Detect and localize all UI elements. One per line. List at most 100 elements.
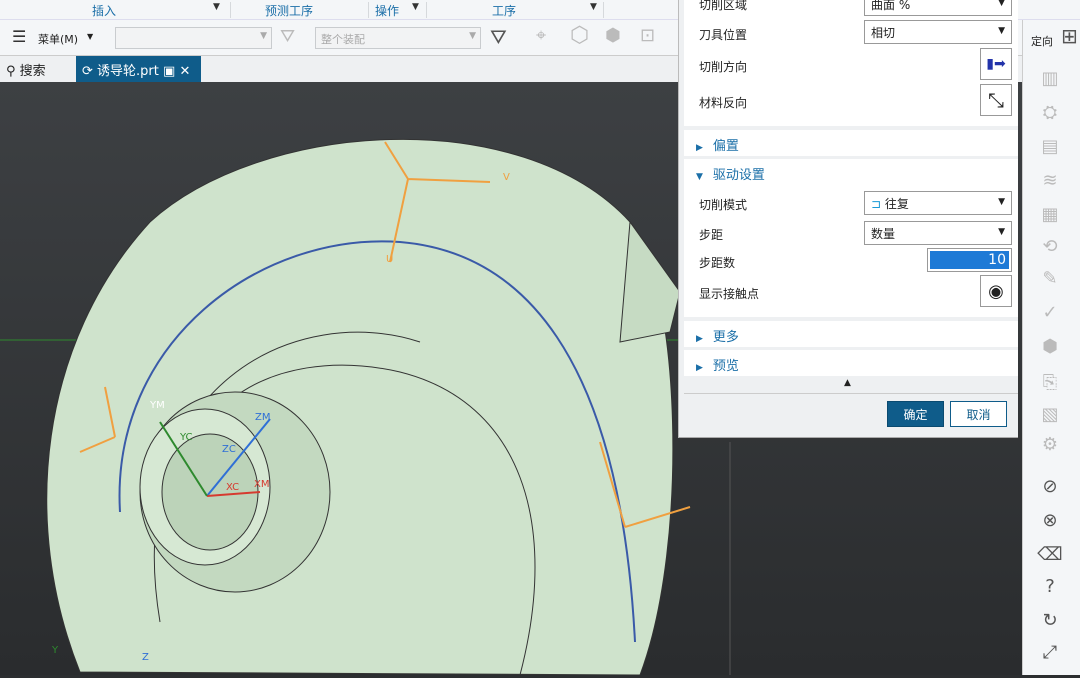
cube-icon[interactable]: ⬢	[605, 25, 621, 46]
verify-icon[interactable]: ✓	[1037, 302, 1063, 328]
generate-path-icon[interactable]: ⟲	[1037, 236, 1063, 262]
ok-button[interactable]: 确定	[887, 401, 944, 427]
edit-path-icon[interactable]: ✎	[1037, 268, 1063, 294]
axis-label-v: V	[503, 172, 510, 183]
type-filter-select[interactable]: ▼	[115, 27, 272, 49]
tool-axis-section: 切削区域 曲面 % ▼ 刀具位置 相切 ▼ 切削方向 ▮➡ 材料反向 ⤡	[684, 0, 1018, 126]
selection-filter-icon[interactable]: ⛛	[490, 25, 507, 49]
hexagon-icon[interactable]: ⬡	[570, 23, 589, 48]
view-layout-icon[interactable]: ⊞	[1061, 24, 1078, 48]
show-hide-icon[interactable]: ⊗	[1037, 510, 1063, 536]
postprocess-icon[interactable]: ⎘	[1037, 372, 1063, 398]
cut-area-value: 曲面 %	[871, 0, 911, 12]
section-more[interactable]: ▶ 更多	[684, 321, 1018, 347]
plane-point-icon[interactable]: ⊡	[640, 25, 655, 46]
step-count-value: 10	[930, 251, 1009, 269]
divider	[684, 393, 1018, 394]
hide-icon[interactable]: ⊘	[1037, 476, 1063, 502]
menu-icon[interactable]: ☰	[12, 27, 26, 46]
chevron-down-icon: ▼	[260, 31, 267, 41]
zigzag-icon: ⊐	[871, 197, 882, 211]
cut-mode-value: 往复	[884, 197, 909, 211]
direction-arrow-icon: ▮➡	[986, 56, 1006, 72]
triad-label-y: Y	[52, 645, 59, 656]
create-method-icon[interactable]: ≋	[1037, 170, 1063, 196]
chevron-down-icon: ▼	[998, 0, 1005, 8]
show-contact-button[interactable]: ◉	[980, 275, 1012, 307]
divider	[368, 2, 369, 18]
simulate-icon[interactable]: ⬢	[1037, 336, 1063, 362]
filter-reset-icon[interactable]: ⛛	[280, 26, 295, 47]
right-resource-bar: 定向 ⊞ ▥ ⛭ ▤ ≋ ▦ ⟲ ✎ ✓ ⬢ ⎘ ▧ ⚙ ⊘ ⊗ ⌫ ? ↻ ⤢	[1022, 20, 1080, 675]
chevron-down-icon[interactable]: ▼	[412, 2, 419, 12]
scope-value: 整个装配	[321, 33, 365, 46]
cut-direction-label: 切削方向	[699, 60, 748, 74]
chevron-down-icon[interactable]: ▼	[213, 2, 220, 12]
collapse-caret-icon[interactable]: ▲	[844, 378, 851, 388]
cut-area-select[interactable]: 曲面 % ▼	[864, 0, 1012, 16]
caret-right-icon: ▶	[696, 334, 703, 344]
drive-settings-section: ▼ 驱动设置 切削模式 ⊐ 往复 ▼ 步距 数量 ▼ 步距数 10 显示接触点 ◉	[684, 159, 1018, 317]
ribbon-group-operation[interactable]: 操作	[375, 2, 399, 19]
orient-button[interactable]: 定向	[1031, 33, 1053, 49]
section-preview[interactable]: ▶ 预览	[684, 350, 1018, 376]
chevron-down-icon[interactable]: ▼	[590, 2, 597, 12]
divider	[426, 2, 427, 18]
section-offset[interactable]: ▶ 偏置	[684, 130, 1018, 156]
tab-part-file[interactable]: ⟳ 诱导轮.prt ▣ ✕	[76, 56, 201, 82]
create-operation-icon[interactable]: ▦	[1037, 204, 1063, 230]
stepover-label: 步距	[699, 228, 724, 242]
part-icon: ⟳	[82, 64, 93, 79]
divider	[230, 2, 231, 18]
close-icon[interactable]: ✕	[179, 64, 190, 79]
eraser-icon[interactable]: ⌫	[1037, 544, 1063, 570]
create-tool-icon[interactable]: ⛭	[1037, 102, 1063, 128]
axis-label-xm: XM	[254, 479, 270, 490]
tool-position-select[interactable]: 相切 ▼	[864, 20, 1012, 44]
impeller-outer	[46, 138, 674, 676]
stepover-select[interactable]: 数量 ▼	[864, 221, 1012, 245]
chevron-down-icon: ▼	[998, 227, 1005, 237]
axis-label-zm: ZM	[255, 412, 271, 423]
ribbon-group-predict[interactable]: 预测工序	[265, 2, 313, 19]
eye-icon: ◉	[988, 280, 1004, 302]
menu-button[interactable]: 菜单(M)	[38, 31, 78, 47]
shop-doc-icon[interactable]: ▧	[1037, 404, 1063, 430]
settings-icon[interactable]: ⚙	[1037, 434, 1063, 460]
cut-area-label: 切削区域	[699, 0, 748, 12]
chevron-down-icon: ▼	[998, 26, 1005, 36]
caret-right-icon: ▶	[696, 363, 703, 373]
section-drive-header[interactable]: ▼ 驱动设置	[684, 159, 777, 188]
caret-down-icon: ▼	[696, 172, 703, 182]
material-reverse-button[interactable]: ⤡	[980, 84, 1012, 116]
fullscreen-icon[interactable]: ⤢	[1037, 642, 1063, 668]
cancel-button[interactable]: 取消	[950, 401, 1007, 427]
show-contact-label: 显示接触点	[699, 287, 760, 301]
scope-select[interactable]: 整个装配 ▼	[315, 27, 481, 49]
blade-edge	[619, 220, 681, 343]
search-icon: ⚲	[6, 64, 16, 79]
chevron-down-icon[interactable]: ▼	[87, 32, 93, 41]
step-count-input[interactable]: 10	[927, 248, 1012, 272]
operation-dialog: 切削区域 曲面 % ▼ 刀具位置 相切 ▼ 切削方向 ▮➡ 材料反向 ⤡ ▶ 偏置 ▼…	[678, 0, 1018, 438]
chevron-down-icon: ▼	[998, 197, 1005, 207]
create-geometry-icon[interactable]: ▤	[1037, 136, 1063, 162]
reverse-arrows-icon: ⤡	[988, 88, 1004, 112]
axis-label-zc: ZC	[222, 444, 236, 455]
section-title: 驱动设置	[712, 168, 765, 183]
tab-search[interactable]: ⚲ 搜索	[0, 56, 72, 82]
create-program-icon[interactable]: ▥	[1037, 68, 1063, 94]
help-icon[interactable]: ?	[1037, 576, 1063, 602]
ribbon-group-insert[interactable]: 插入	[92, 2, 116, 19]
cut-direction-button[interactable]: ▮➡	[980, 48, 1012, 80]
section-title: 预览	[712, 359, 739, 374]
cut-mode-select[interactable]: ⊐ 往复 ▼	[864, 191, 1012, 215]
tool-position-value: 相切	[871, 26, 896, 40]
snap-point-icon[interactable]: ⌖	[536, 25, 546, 46]
cut-mode-label: 切削模式	[699, 198, 748, 212]
tab-label: 搜索	[19, 64, 46, 79]
tool-position-label: 刀具位置	[699, 28, 748, 42]
ribbon-group-process[interactable]: 工序	[492, 2, 516, 19]
divider	[603, 2, 604, 18]
refresh-icon[interactable]: ↻	[1037, 610, 1063, 636]
